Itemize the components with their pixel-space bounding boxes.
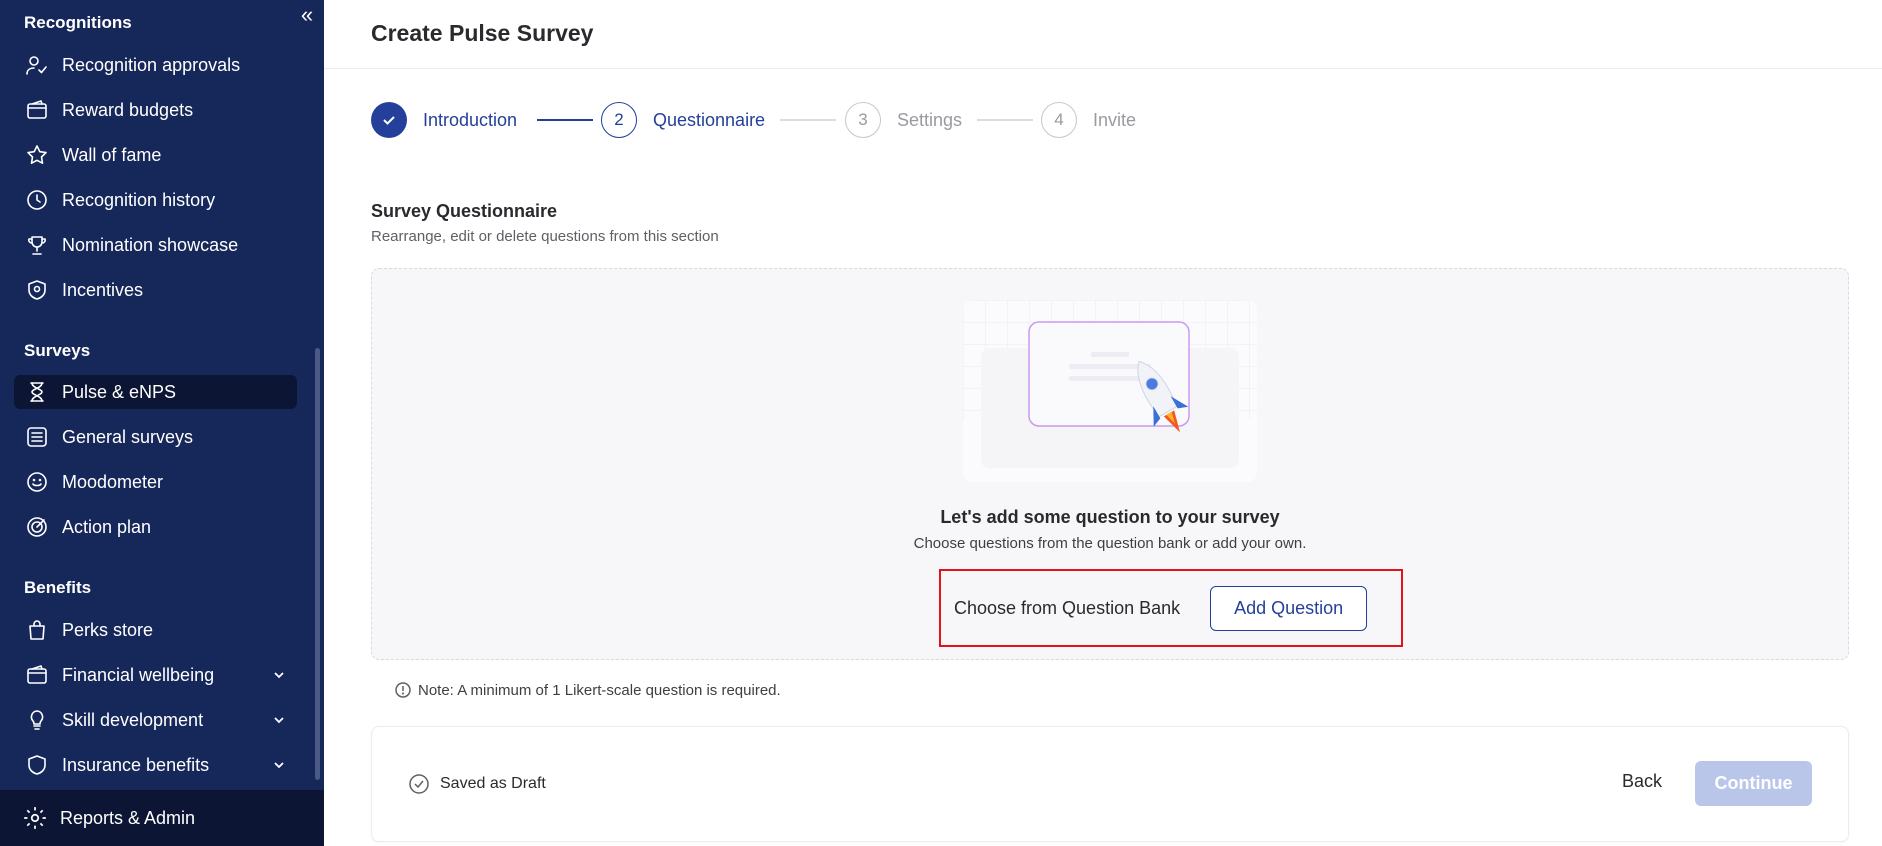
bulb-icon — [24, 707, 50, 733]
smile-icon — [24, 469, 50, 495]
sidebar-item-insurance-benefits[interactable]: Insurance benefits — [14, 748, 297, 782]
empty-state-subtitle: Choose questions from the question bank … — [913, 535, 1307, 552]
step-number: 2 — [601, 102, 637, 138]
sidebar: « Recognitions Recognition approvals Rew… — [0, 0, 324, 846]
chevron-down-icon[interactable] — [271, 712, 287, 728]
sidebar-item-skill-development[interactable]: Skill development — [14, 703, 297, 737]
add-question-button[interactable]: Add Question — [1210, 585, 1368, 631]
sidebar-item-action-plan[interactable]: Action plan — [14, 510, 297, 544]
collapse-sidebar-icon[interactable]: « — [297, 4, 317, 26]
sidebar-item-nomination-showcase[interactable]: Nomination showcase — [14, 228, 297, 262]
bag-icon — [24, 617, 50, 643]
questionnaire-subtitle: Rearrange, edit or delete questions from… — [371, 228, 719, 245]
user-check-icon — [24, 52, 50, 78]
header: Create Pulse Survey — [324, 0, 1882, 69]
questionnaire-title: Survey Questionnaire — [371, 201, 558, 221]
choose-from-question-bank-button[interactable]: Choose from Question Bank — [954, 598, 1180, 619]
shield-icon — [24, 277, 50, 303]
trophy-icon — [24, 232, 50, 258]
sidebar-item-reports-admin[interactable]: Reports & Admin — [0, 790, 324, 846]
main-content: Create Pulse Survey Introduction 2 Quest… — [324, 0, 1882, 846]
chevron-down-icon[interactable] — [271, 757, 287, 773]
step-settings[interactable]: 3 Settings — [845, 102, 962, 138]
questionnaire-empty-state: Let's add some question to your survey C… — [371, 268, 1849, 660]
clock-icon — [24, 187, 50, 213]
likert-note: Note: A minimum of 1 Likert-scale questi… — [394, 681, 781, 699]
sidebar-item-pulse-enps[interactable]: Pulse & eNPS — [14, 375, 297, 409]
question-actions-highlight: Choose from Question Bank Add Question — [939, 569, 1403, 647]
step-number: 4 — [1041, 102, 1077, 138]
info-icon — [395, 682, 411, 698]
rocket-illustration — [963, 300, 1257, 482]
wallet-icon — [24, 97, 50, 123]
continue-button[interactable]: Continue — [1695, 761, 1812, 806]
page-title: Create Pulse Survey — [371, 20, 594, 46]
hourglass-icon — [24, 379, 50, 405]
star-icon — [24, 142, 50, 168]
sidebar-item-wall-of-fame[interactable]: Wall of fame — [14, 138, 297, 172]
footer-actions: Saved as Draft Back Continue — [371, 726, 1849, 842]
sidebar-scrollbar[interactable] — [315, 348, 320, 780]
section-title-benefits: Benefits — [24, 578, 92, 597]
shield-icon — [24, 752, 50, 778]
list-icon — [24, 424, 50, 450]
wallet-icon — [24, 662, 50, 688]
sidebar-item-reward-budgets[interactable]: Reward budgets — [14, 93, 297, 127]
sidebar-item-general-surveys[interactable]: General surveys — [14, 420, 297, 454]
saved-status: Saved as Draft — [408, 773, 546, 795]
chevron-down-icon[interactable] — [271, 667, 287, 683]
step-connector — [977, 119, 1033, 121]
step-connector — [537, 119, 593, 121]
sidebar-item-perks-store[interactable]: Perks store — [14, 613, 297, 647]
sidebar-item-financial-wellbeing[interactable]: Financial wellbeing — [14, 658, 297, 692]
step-questionnaire[interactable]: 2 Questionnaire — [601, 102, 765, 138]
sidebar-item-incentives[interactable]: Incentives — [14, 273, 297, 307]
target-icon — [24, 514, 50, 540]
sidebar-item-recognition-approvals[interactable]: Recognition approvals — [14, 48, 297, 82]
gear-icon — [24, 807, 46, 829]
step-introduction[interactable]: Introduction — [371, 102, 517, 138]
section-title-recognitions: Recognitions — [24, 13, 132, 32]
step-check-icon — [371, 102, 407, 138]
step-number: 3 — [845, 102, 881, 138]
empty-state-title: Let's add some question to your survey — [940, 507, 1280, 527]
check-circle-icon — [409, 774, 429, 794]
sidebar-item-moodometer[interactable]: Moodometer — [14, 465, 297, 499]
back-button[interactable]: Back — [1622, 771, 1662, 792]
section-title-surveys: Surveys — [24, 341, 91, 360]
step-invite[interactable]: 4 Invite — [1041, 102, 1136, 138]
step-connector — [780, 119, 836, 121]
sidebar-item-recognition-history[interactable]: Recognition history — [14, 183, 297, 217]
